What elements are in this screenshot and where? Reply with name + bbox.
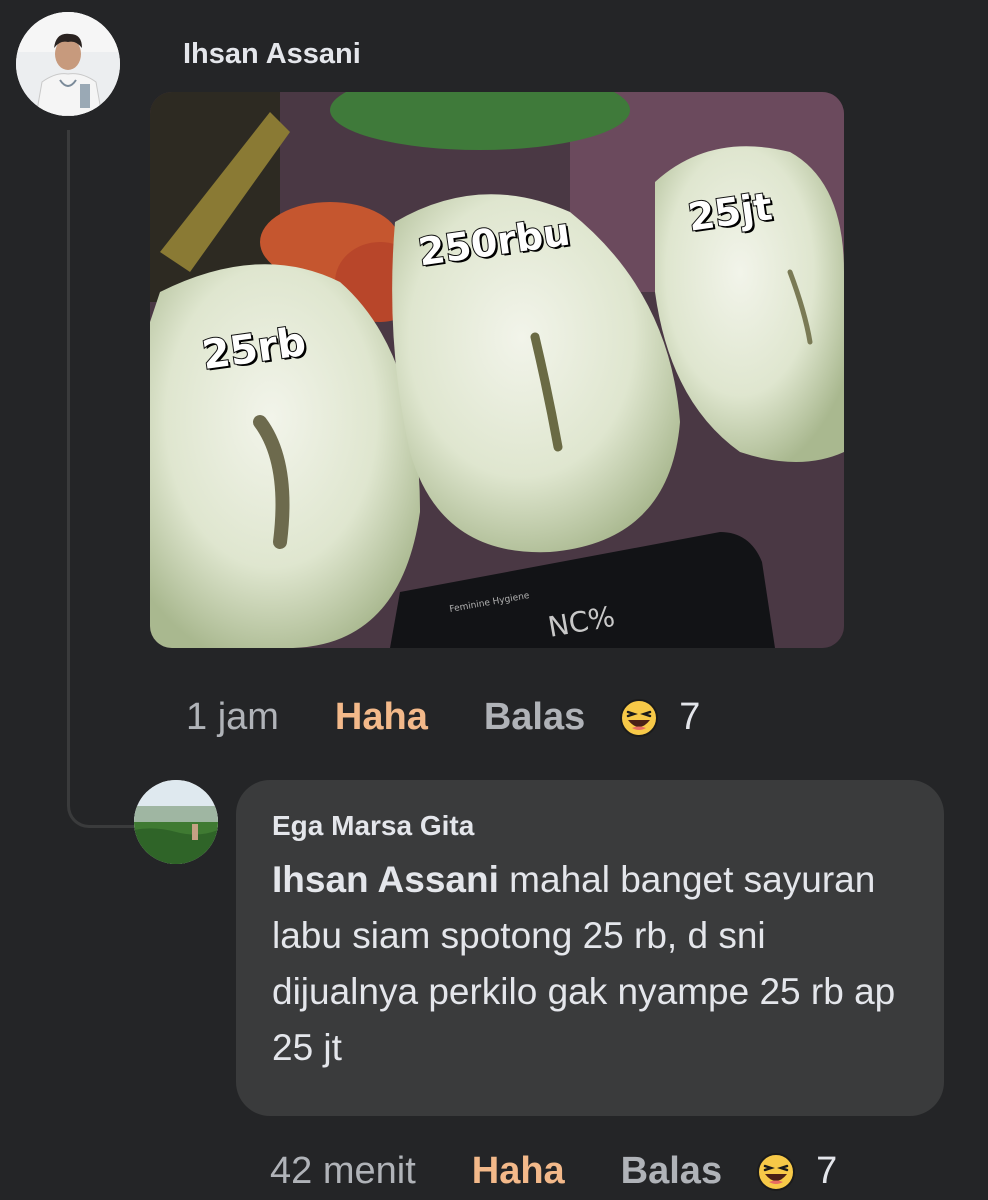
reply-author-name[interactable]: Ega Marsa Gita [272, 810, 910, 842]
reply-button[interactable]: Balas [484, 696, 585, 739]
reply-actions: 42 menit Haha Balas 7 [270, 1150, 837, 1193]
reply-timestamp[interactable]: 42 menit [270, 1150, 416, 1193]
avatar-person-image [16, 12, 120, 116]
comment-timestamp[interactable]: 1 jam [186, 696, 279, 739]
comment-photo[interactable]: NC% Feminine Hygiene 25rb 250rbu 25jt [150, 92, 844, 648]
reply-reaction-count[interactable]: 7 [816, 1150, 837, 1193]
avatar[interactable] [16, 12, 120, 116]
mention-link[interactable]: Ihsan Assani [272, 859, 499, 900]
avatar-field-image [134, 780, 218, 864]
reply-reply-button[interactable]: Balas [621, 1150, 722, 1193]
reply-haha-reaction-button[interactable]: Haha [472, 1150, 565, 1193]
comment-actions: 1 jam Haha Balas 7 [186, 696, 700, 739]
reply-avatar[interactable] [134, 780, 218, 864]
comment-author-name[interactable]: Ihsan Assani [183, 38, 361, 71]
reply-comment-text: Ihsan Assani mahal banget sayuran labu s… [272, 852, 910, 1076]
thread-line [67, 130, 70, 770]
haha-emoji-icon[interactable] [756, 1152, 796, 1192]
reaction-count[interactable]: 7 [679, 696, 700, 739]
haha-reaction-button[interactable]: Haha [335, 696, 428, 739]
haha-emoji-icon[interactable] [619, 698, 659, 738]
reply-comment-bubble: Ega Marsa Gita Ihsan Assani mahal banget… [236, 780, 944, 1116]
reply-branch-line [67, 770, 140, 828]
